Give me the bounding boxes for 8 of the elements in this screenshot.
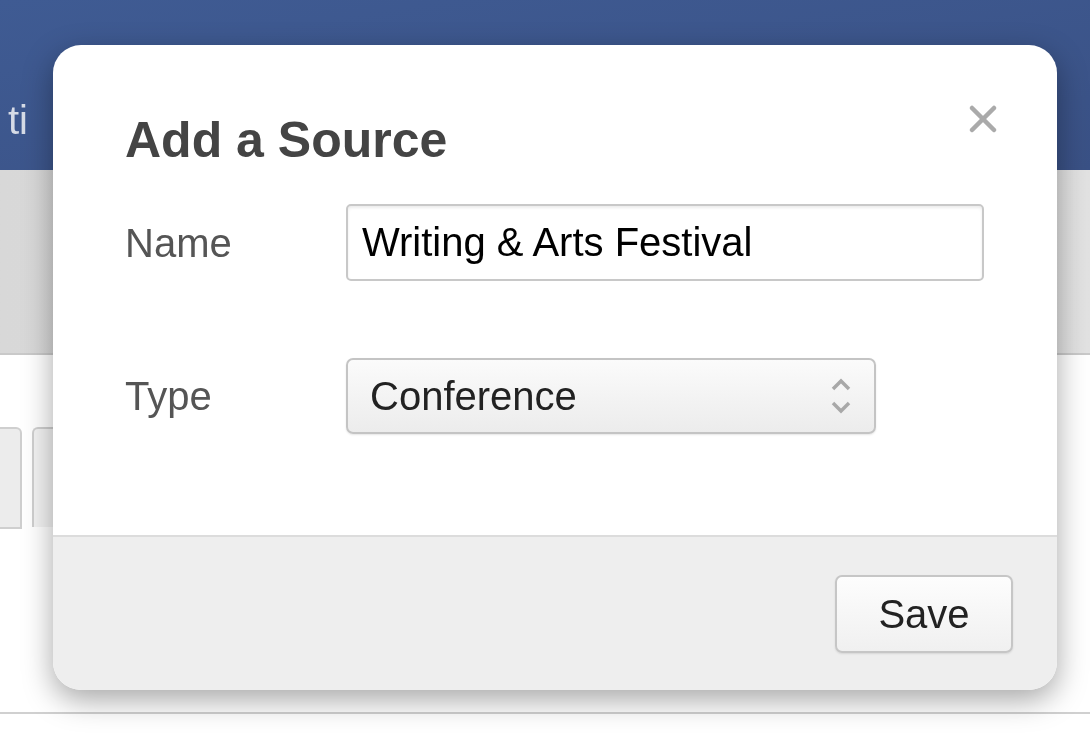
header-text: ti: [8, 98, 28, 142]
name-field[interactable]: Writing & Arts Festival: [346, 204, 984, 281]
chevron-up-down-icon: [830, 376, 852, 416]
dialog-title: Add a Source: [125, 115, 448, 165]
save-button[interactable]: Save: [835, 575, 1013, 653]
type-select[interactable]: Conference: [346, 358, 876, 434]
field-label: Name: [125, 222, 233, 263]
field-label: Type: [125, 376, 213, 416]
